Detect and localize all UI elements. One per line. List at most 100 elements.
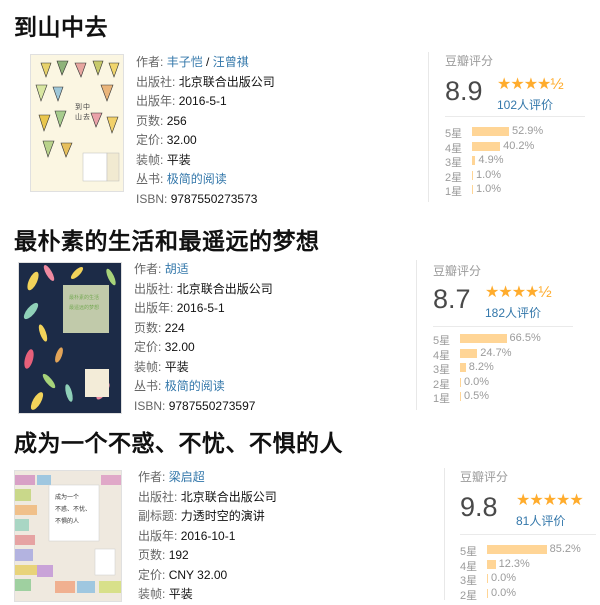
rating-panel: 豆瓣评分 8.7 ★★★★½ 182人评价 5星 66.5% 4星 24.7% 3星 8.… — [433, 262, 600, 412]
field-label: 页数: — [134, 320, 162, 335]
divider — [416, 260, 417, 410]
field-label: 出版年: — [136, 94, 176, 108]
field-label: 定价: — [138, 567, 166, 582]
publisher-row: 出版社: 北京联合出版公司 — [134, 280, 273, 300]
rating-percent: 85.2% — [549, 543, 581, 555]
field-value: 2016-5-1 — [176, 301, 225, 315]
rating-bar — [472, 170, 473, 180]
field-label: 出版社: — [136, 74, 176, 89]
author-link[interactable]: 梁启超 — [169, 470, 205, 484]
divider — [428, 52, 429, 202]
field-value: 2016-5-1 — [178, 94, 227, 108]
field-label: 出版社: — [134, 281, 174, 296]
rating-percent: 52.9% — [512, 125, 544, 137]
divider — [460, 534, 596, 535]
svg-text:最遥远的梦想: 最遥远的梦想 — [69, 304, 99, 311]
field-label: 定价: — [136, 133, 164, 147]
pubyear-row: 出版年: 2016-5-1 — [136, 92, 275, 112]
rating-bar — [487, 559, 496, 569]
price-row: 定价: CNY 32.00 — [138, 566, 277, 586]
rating-count-link[interactable]: 81人评价 — [516, 512, 565, 529]
series-label: 丛书: — [136, 172, 164, 186]
book-cover-image[interactable]: 成为一个 不惑、不忧、 不惧的人 — [14, 470, 122, 602]
rating-bar — [472, 127, 510, 136]
series-row: 丛书: 极简的阅读 — [134, 377, 273, 397]
pages-row: 页数: 224 — [134, 319, 273, 339]
field-label: 页数: — [136, 113, 164, 128]
field-label: 出版年: — [134, 301, 174, 315]
divider — [433, 326, 573, 327]
isbn-value: 9787550273597 — [168, 398, 256, 413]
isbn-row: ISBN: 9787550273597 — [134, 397, 273, 417]
rating-count-link[interactable]: 182人评价 — [485, 304, 541, 321]
field-value: 力透时空的演讲 — [180, 509, 265, 523]
svg-text:成为一个: 成为一个 — [55, 493, 79, 501]
field-value: 2016-10-1 — [180, 528, 236, 543]
svg-text:到: 到 — [75, 103, 82, 111]
field-label: 装帧: — [134, 359, 162, 374]
subtitle-row: 副标题: 力透时空的演讲 — [138, 507, 277, 527]
author-link[interactable]: 丰子恺 — [167, 55, 203, 69]
rating-percent: 24.7% — [480, 346, 512, 359]
rating-star-label: 1星 — [433, 393, 451, 405]
book-info: 作者: 梁启超 出版社: 北京联合出版公司 副标题: 力透时空的演讲 出版年: … — [138, 468, 277, 605]
field-label: 定价: — [134, 340, 162, 354]
field-label: 出版年: — [138, 528, 178, 543]
rating-percent: 66.5% — [509, 332, 541, 344]
author-label: 作者: — [134, 262, 162, 276]
rating-percent: 0.0% — [491, 572, 517, 584]
rating-percent: 1.0% — [476, 168, 502, 181]
rating-percent: 4.9% — [478, 154, 504, 166]
field-value: 平装 — [166, 152, 191, 167]
publisher-row: 出版社: 北京联合出版公司 — [136, 73, 275, 93]
rating-bar — [487, 545, 547, 554]
rating-label: 豆瓣评分 — [433, 264, 482, 278]
author-label: 作者: — [138, 470, 166, 484]
field-value: 224 — [164, 320, 185, 335]
author-label: 作者: — [136, 55, 164, 69]
series-link[interactable]: 极简的阅读 — [167, 172, 227, 186]
rating-bar — [460, 392, 461, 401]
rating-bar — [460, 348, 478, 358]
book-info: 作者: 丰子恺 / 汪曾祺 出版社: 北京联合出版公司 出版年: 2016-5-… — [136, 53, 275, 209]
rating-score: 9.8 — [460, 492, 498, 522]
author-link[interactable]: 胡适 — [165, 262, 189, 276]
book-cover-image[interactable]: 到 山 中 去 — [30, 54, 124, 192]
rating-score: 8.9 — [445, 76, 483, 106]
field-value: 32.00 — [164, 340, 195, 354]
book-title[interactable]: 最朴素的生活和最遥远的梦想 — [14, 222, 320, 256]
rating-label: 豆瓣评分 — [460, 470, 509, 484]
series-link[interactable]: 极简的阅读 — [165, 379, 225, 393]
series-row: 丛书: 极简的阅读 — [136, 170, 275, 190]
field-value: 192 — [168, 548, 189, 562]
field-value: 北京联合出版公司 — [176, 281, 273, 296]
pages-row: 页数: 256 — [136, 112, 275, 132]
rating-percent: 0.0% — [491, 586, 517, 599]
field-label: 装帧: — [136, 152, 164, 167]
rating-percent: 12.3% — [498, 557, 530, 570]
isbn-label: ISBN: — [134, 398, 166, 413]
field-value: 北京联合出版公司 — [180, 489, 277, 504]
price-row: 定价: 32.00 — [136, 131, 275, 151]
rating-panel: 豆瓣评分 9.8 ★★★★★ 81人评价 5星 85.2% 4星 12.3% 3星 0.0… — [460, 468, 600, 602]
book-title[interactable]: 成为一个不惑、不忧、不惧的人 — [14, 424, 343, 458]
isbn-value: 9787550273573 — [170, 191, 258, 206]
rating-panel: 豆瓣评分 8.9 ★★★★½ 102人评价 5星 52.9% 4星 40.2% 3星 4.… — [445, 52, 600, 202]
field-label: 出版社: — [138, 489, 178, 504]
rating-bar — [460, 363, 466, 372]
book-title[interactable]: 到山中去 — [14, 8, 108, 42]
svg-text:去: 去 — [83, 112, 90, 121]
author-link[interactable]: 汪曾祺 — [213, 55, 249, 69]
binding-row: 装帧: 平装 — [134, 358, 273, 378]
book-info: 作者: 胡适 出版社: 北京联合出版公司 出版年: 2016-5-1 页数: 2… — [134, 260, 273, 416]
rating-percent: 0.0% — [464, 375, 490, 388]
binding-row: 装帧: 平装 — [136, 151, 275, 171]
book-cover-image[interactable]: 最朴素的生活 最遥远的梦想 — [18, 262, 122, 414]
svg-text:中: 中 — [83, 102, 90, 111]
pubyear-row: 出版年: 2016-5-1 — [134, 299, 273, 319]
divider — [445, 116, 585, 117]
rating-count-link[interactable]: 102人评价 — [497, 96, 553, 113]
book-entry-3: 成为一个不惑、不忧、不惧的人 成为一个 不惑、不忧、 不惧的人 作者: 梁启超 … — [0, 420, 600, 602]
rating-bar — [487, 588, 488, 598]
publisher-row: 出版社: 北京联合出版公司 — [138, 488, 277, 508]
